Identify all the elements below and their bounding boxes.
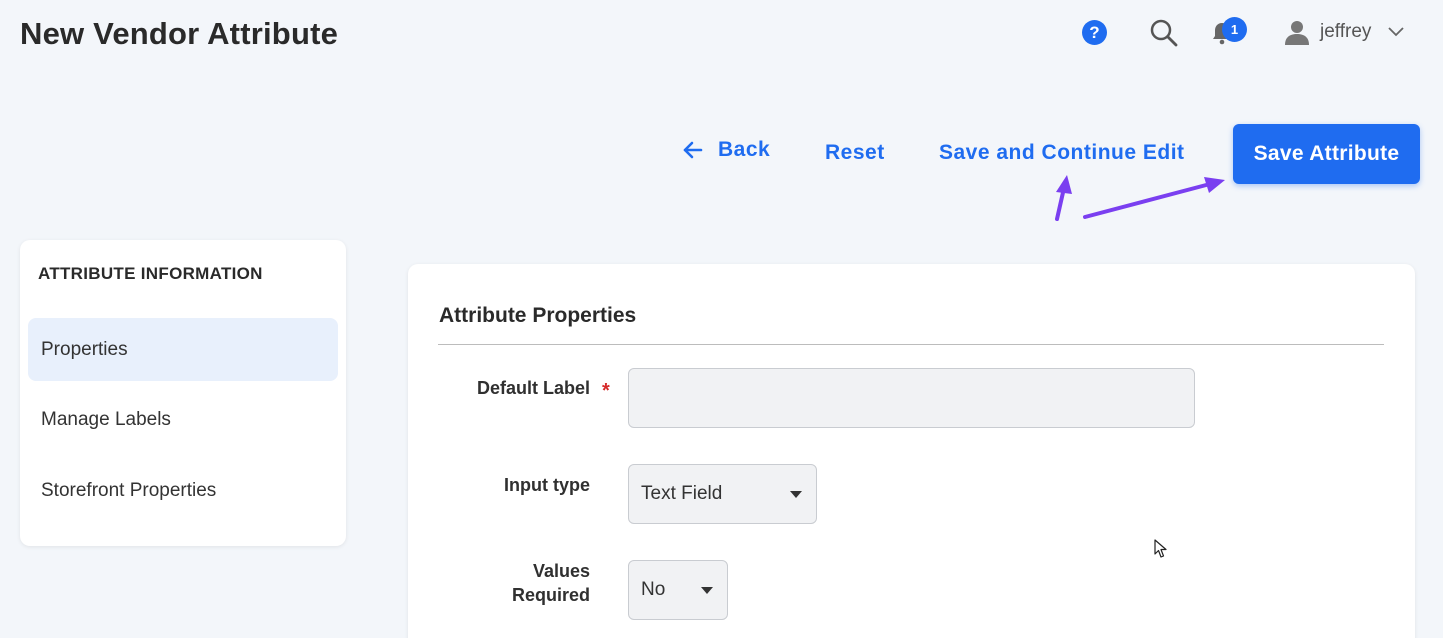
page-title: New Vendor Attribute (20, 16, 339, 51)
save-attribute-button[interactable]: Save Attribute (1233, 124, 1420, 184)
values-required-label: Values Required (512, 559, 590, 607)
attribute-properties-panel: Attribute Properties Default Label * Inp… (408, 264, 1415, 638)
help-icon[interactable]: ? (1082, 20, 1107, 45)
input-type-value: Text Field (641, 483, 723, 504)
sidebar-item-manage-labels[interactable]: Manage Labels (28, 388, 338, 451)
section-title: Attribute Properties (439, 304, 637, 327)
values-required-label-line1: Values (532, 561, 590, 581)
required-mark: * (602, 380, 610, 402)
sidebar-item-storefront-properties[interactable]: Storefront Properties (28, 459, 338, 522)
sidebar-item-properties[interactable]: Properties (28, 318, 338, 381)
section-divider (438, 344, 1384, 345)
caret-down-icon (701, 587, 713, 594)
mouse-cursor-icon (1154, 539, 1167, 558)
sidebar-item-label: Manage Labels (41, 408, 171, 430)
user-avatar-icon (1285, 21, 1309, 45)
reset-button[interactable]: Reset (825, 141, 885, 165)
user-menu[interactable]: jeffrey (1284, 18, 1424, 46)
notification-badge[interactable]: 1 (1222, 17, 1247, 42)
back-label: Back (718, 138, 771, 161)
default-label-label: Default Label (476, 378, 590, 398)
input-type-select[interactable]: Text Field (628, 464, 817, 524)
values-required-label-line2: Required (511, 585, 590, 605)
sidebar: ATTRIBUTE INFORMATION Properties Manage … (20, 240, 346, 546)
values-required-value: No (641, 579, 666, 600)
user-name: jeffrey (1320, 21, 1372, 42)
default-label-input[interactable] (628, 368, 1195, 428)
arrow-left-icon (683, 141, 703, 159)
chevron-down-icon[interactable] (1387, 23, 1405, 41)
sidebar-title: ATTRIBUTE INFORMATION (38, 264, 263, 283)
action-bar: Back Reset Save and Continue Edit Save A… (680, 124, 1420, 184)
sidebar-item-label: Properties (41, 338, 128, 360)
input-type-label: Input type (504, 475, 590, 495)
search-icon[interactable] (1149, 18, 1179, 48)
caret-down-icon (790, 491, 802, 498)
save-and-continue-edit-button[interactable]: Save and Continue Edit (939, 141, 1185, 165)
back-button[interactable]: Back (682, 138, 770, 162)
values-required-select[interactable]: No (628, 560, 728, 620)
sidebar-item-label: Storefront Properties (41, 479, 217, 501)
